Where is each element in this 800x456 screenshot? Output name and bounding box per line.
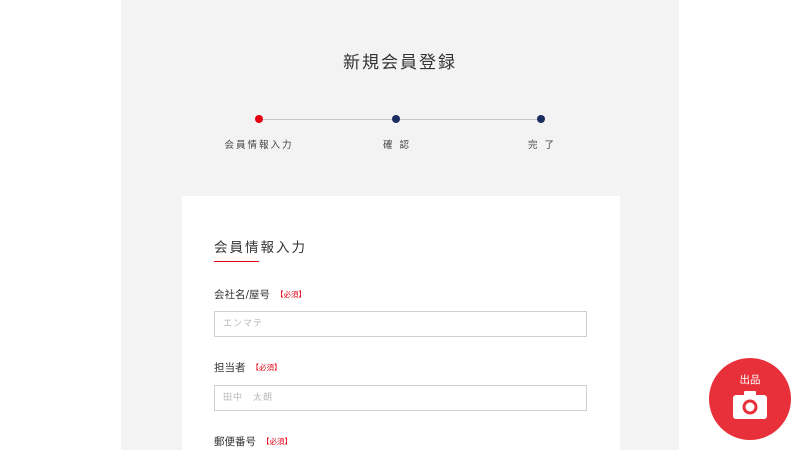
company-name-label: 会社名/屋号 【必須】 (214, 287, 306, 302)
step-label-input: 会員情報入力 (224, 140, 294, 151)
step-label-confirm: 確 認 (382, 140, 412, 151)
step-label-complete: 完 了 (527, 140, 557, 151)
step-connector (396, 118, 541, 120)
contact-person-input[interactable] (214, 385, 587, 411)
contact-person-label-text: 担当者 (214, 362, 246, 374)
form-section-title: 会員情報入力 (214, 240, 307, 256)
step-indicator (537, 115, 545, 123)
step-indicator (392, 115, 400, 123)
registration-page: 新規会員登録 会員情報入力 確 認 完 了 会員情報入力 会社名/屋号 【必須】 … (121, 0, 679, 456)
required-mark: 【必須】 (251, 363, 282, 372)
postal-code-label-text: 郵便番号 (214, 436, 256, 448)
step-connector (259, 118, 396, 120)
list-item-button[interactable]: 出品 (709, 358, 791, 440)
section-underline (214, 261, 259, 262)
camera-icon (733, 391, 767, 419)
progress-steps: 会員情報入力 確 認 完 了 (121, 0, 679, 160)
company-name-label-text: 会社名/屋号 (214, 289, 271, 301)
step-indicator-current (255, 115, 263, 123)
fab-label: 出品 (739, 374, 761, 386)
company-name-input[interactable] (214, 311, 587, 337)
required-mark: 【必須】 (276, 290, 307, 299)
contact-person-label: 担当者 【必須】 (214, 360, 282, 375)
postal-code-label: 郵便番号 【必須】 (214, 434, 292, 449)
required-mark: 【必須】 (262, 437, 292, 446)
